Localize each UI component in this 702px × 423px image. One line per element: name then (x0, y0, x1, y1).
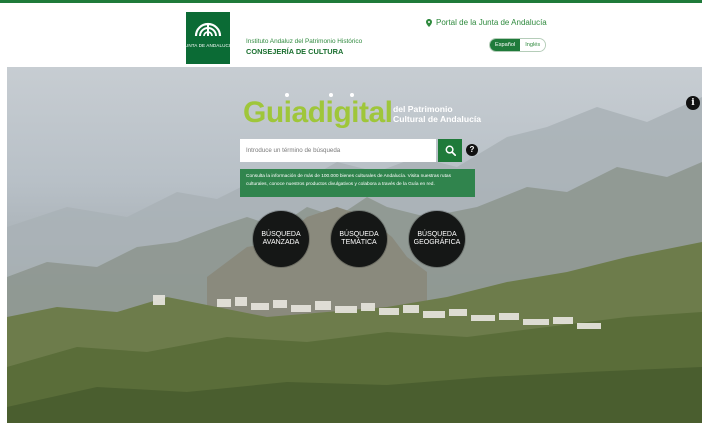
language-spanish-button[interactable]: Español (490, 39, 521, 51)
button-line-1: BÚSQUEDA (261, 230, 301, 238)
button-line-1: BÚSQUEDA (339, 230, 379, 238)
button-line-2: AVANZADA (262, 239, 300, 246)
subtitle-line-2: Cultural de Andalucía (393, 114, 482, 124)
button-line-2: TEMÁTICA (341, 239, 377, 246)
logo-dot (350, 93, 354, 97)
institute-name[interactable]: Instituto Andaluz del Patrimonio Históri… (246, 38, 362, 45)
help-icon[interactable]: ? (466, 144, 478, 156)
portal-link-label: Portal de la Junta de Andalucía (436, 18, 547, 27)
junta-logo[interactable]: JUNTA DE ANDALUCIA (183, 12, 233, 64)
department-name[interactable]: CONSEJERÍA DE CULTURA (246, 47, 343, 56)
description-box: Consulta la información de más de 100.00… (240, 169, 475, 197)
logo-dot (285, 93, 289, 97)
page-left-gutter (0, 67, 7, 423)
location-pin-icon (426, 18, 432, 27)
logo-dot (329, 93, 333, 97)
guia-digital-subtitle: del Patrimonio Cultural de Andalucía (393, 104, 481, 124)
advanced-search-button[interactable]: BÚSQUEDA AVANZADA (253, 211, 309, 267)
subtitle-line-1: del Patrimonio (393, 104, 453, 114)
search-input[interactable] (240, 139, 436, 162)
portal-link[interactable]: Portal de la Junta de Andalucía (426, 18, 547, 27)
search-icon (445, 145, 456, 156)
button-line-1: BÚSQUEDA (417, 230, 457, 238)
guia-digital-logo: Guiadigital (243, 96, 393, 129)
site-header: JUNTA DE ANDALUCIA Instituto Andaluz del… (0, 0, 702, 67)
language-english-button[interactable]: Inglés (520, 39, 546, 51)
info-icon[interactable]: i (686, 96, 700, 110)
button-line-2: GEOGRÁFICA (413, 239, 461, 246)
logo-arch-icon (194, 22, 222, 37)
thematic-search-button[interactable]: BÚSQUEDA TEMÁTICA (331, 211, 387, 267)
logo-text: JUNTA DE ANDALUCIA (182, 43, 234, 48)
language-switch: Español Inglés (489, 38, 547, 52)
search-button[interactable] (438, 139, 462, 162)
geographic-search-button[interactable]: BÚSQUEDA GEOGRÁFICA (409, 211, 465, 267)
